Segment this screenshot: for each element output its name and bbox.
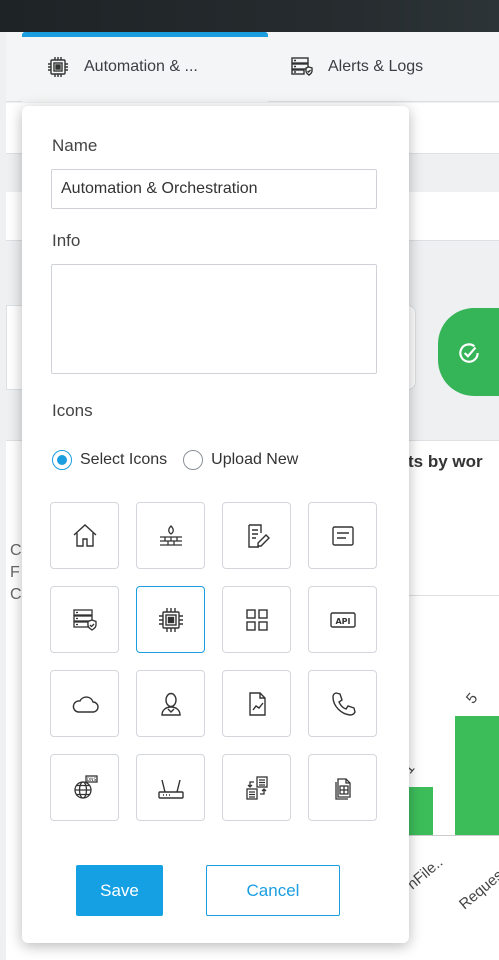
- name-input[interactable]: [51, 169, 377, 209]
- dns-icon-text: DNS: [86, 777, 96, 783]
- icon-option-cloud[interactable]: [50, 670, 119, 737]
- tab-label: Automation & ...: [84, 58, 198, 75]
- bg-letter: C: [10, 586, 22, 603]
- chart-bar: [455, 716, 499, 835]
- tab-strip: Automation & ... Alerts & Logs: [6, 32, 499, 102]
- firewall-icon: [159, 524, 182, 546]
- icons-label: Icons: [52, 401, 93, 420]
- spreadsheet-doc-icon: [334, 777, 351, 800]
- status-card-green[interactable]: [438, 308, 499, 396]
- check-circle-icon: [459, 343, 479, 363]
- cancel-button[interactable]: Cancel: [206, 865, 340, 916]
- icon-option-spreadsheet-doc[interactable]: [308, 754, 377, 821]
- tab-label: Alerts & Logs: [328, 58, 424, 75]
- server-shield-icon: [72, 608, 97, 631]
- dns-globe-icon: DNS: [73, 774, 98, 799]
- icon-option-dns-globe[interactable]: DNS: [50, 754, 119, 821]
- router-icon: [157, 779, 184, 799]
- upload-new-label: Upload New: [211, 451, 299, 468]
- api-icon-text: API: [335, 617, 350, 626]
- server-shield-icon: [291, 57, 313, 76]
- info-textarea[interactable]: [51, 264, 377, 374]
- icon-option-data-transfer[interactable]: [222, 754, 291, 821]
- icon-option-server-shield[interactable]: [50, 586, 119, 653]
- icon-source-radio-group: Select Icons Upload New: [52, 450, 314, 470]
- icon-option-edit-document[interactable]: [222, 502, 291, 569]
- icon-option-router[interactable]: [136, 754, 205, 821]
- data-transfer-icon: [245, 775, 268, 800]
- edit-category-popup: Name Info Icons Select Icons Upload New: [22, 106, 409, 943]
- name-label: Name: [52, 136, 98, 155]
- chip-icon: [48, 57, 68, 77]
- chart-baseline: [405, 835, 499, 836]
- home-icon: [73, 523, 96, 547]
- icon-option-user[interactable]: [136, 670, 205, 737]
- tab-automation-orchestration[interactable]: Automation & ...: [22, 32, 268, 102]
- top-app-bar: [0, 0, 499, 32]
- chart-gridline: [408, 595, 499, 596]
- bg-left-letters: C F C: [10, 540, 22, 606]
- dashboard-grid-icon: [245, 608, 268, 631]
- chart-heading: ts by wor: [408, 452, 483, 471]
- select-icons-radio[interactable]: [52, 450, 72, 470]
- chip-icon: [158, 607, 183, 632]
- icon-option-api[interactable]: API: [308, 586, 377, 653]
- info-label: Info: [52, 231, 81, 250]
- phone-icon: [331, 691, 356, 716]
- tab-alerts-logs[interactable]: Alerts & Logs: [290, 32, 423, 102]
- user-icon: [160, 692, 181, 716]
- icon-option-firewall[interactable]: [136, 502, 205, 569]
- chart-bar: [405, 787, 433, 835]
- icon-option-chip[interactable]: [136, 586, 205, 653]
- icon-option-home[interactable]: [50, 502, 119, 569]
- message-box-icon: [331, 525, 354, 546]
- icon-option-dashboard-grid[interactable]: [222, 586, 291, 653]
- save-button[interactable]: Save: [76, 865, 163, 916]
- api-icon: API: [329, 611, 356, 628]
- report-chart-icon: [248, 691, 266, 716]
- bg-letter: F: [10, 564, 20, 581]
- cloud-icon: [72, 695, 99, 713]
- icon-option-phone[interactable]: [308, 670, 377, 737]
- upload-new-radio[interactable]: [183, 450, 204, 470]
- edit-document-icon: [247, 523, 270, 548]
- select-icons-label: Select Icons: [80, 451, 168, 468]
- icon-option-report-chart[interactable]: [222, 670, 291, 737]
- bg-letter: C: [10, 542, 22, 559]
- icon-option-message-box[interactable]: [308, 502, 377, 569]
